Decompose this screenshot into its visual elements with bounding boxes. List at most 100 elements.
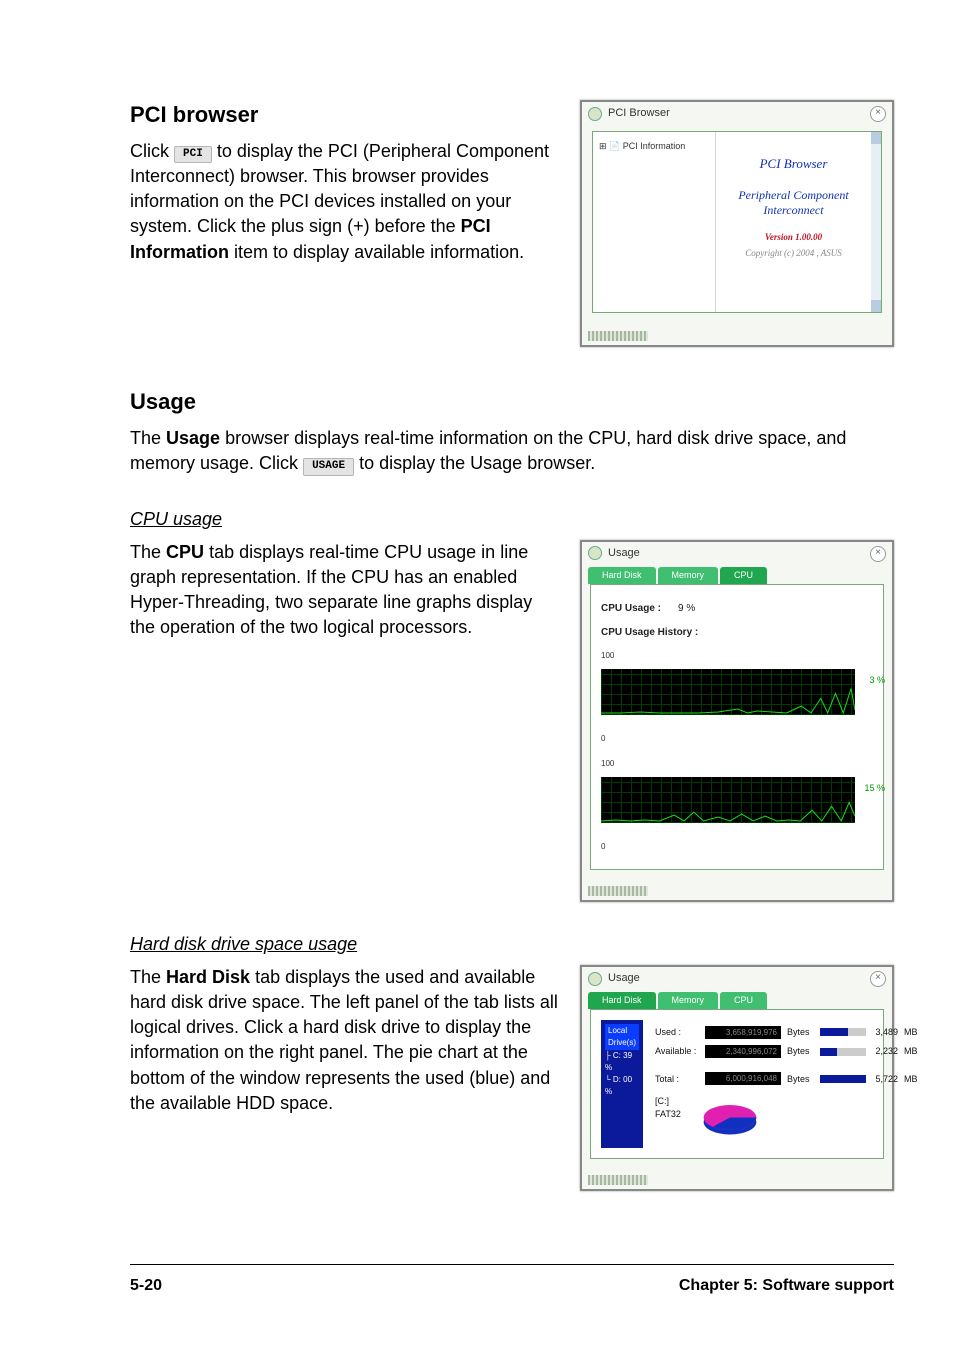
tree-node-pci-information[interactable]: PCI Information <box>599 140 709 153</box>
tab-bar: Hard Disk Memory CPU <box>582 565 892 584</box>
pci-tree[interactable]: PCI Information <box>593 132 716 312</box>
avail-bar <box>820 1048 866 1056</box>
hard-disk-term: Hard Disk <box>166 967 250 987</box>
used-bytes-unit: Bytes <box>787 1026 810 1039</box>
usage-intro-paragraph: The Usage browser displays real-time inf… <box>130 426 894 476</box>
hd-body: Local Drive(s) ├ C: 39 % └ D: 00 % Used … <box>590 1009 884 1159</box>
drive-list-d[interactable]: └ D: 00 % <box>605 1074 639 1098</box>
pci-browser-window: PCI Browser × PCI Information PCI Browse… <box>580 100 894 347</box>
hdd-paragraph: The Hard Disk tab displays the used and … <box>130 965 562 1116</box>
content-subtitle-1: Peripheral Component <box>716 188 871 203</box>
window-title: Usage <box>608 971 640 986</box>
window-title: PCI Browser <box>608 106 670 121</box>
app-icon <box>588 546 602 560</box>
filesystem: FAT32 <box>655 1108 681 1121</box>
text: C: 39 % <box>605 1051 632 1072</box>
total-mb: 5,722 <box>876 1073 899 1086</box>
tab-hard-disk[interactable]: Hard Disk <box>588 992 656 1009</box>
resize-grip-icon[interactable] <box>588 1175 648 1185</box>
close-icon[interactable]: × <box>870 106 886 122</box>
used-bar <box>820 1028 866 1036</box>
window-titlebar: Usage <box>582 967 892 990</box>
tab-memory[interactable]: Memory <box>658 567 719 584</box>
tab-bar: Hard Disk Memory CPU <box>582 990 892 1009</box>
content-copyright: Copyright (c) 2004 , ASUS <box>716 248 871 258</box>
chapter-title: Chapter 5: Software support <box>679 1275 894 1297</box>
app-icon <box>588 972 602 986</box>
pie-chart-icon <box>699 1097 761 1141</box>
avail-label: Available : <box>655 1045 699 1058</box>
total-bytes-unit: Bytes <box>787 1073 810 1086</box>
scroll-up-icon[interactable] <box>871 132 881 144</box>
section-heading-usage: Usage <box>130 387 894 418</box>
y-axis-100: 100 <box>601 651 614 660</box>
tab-cpu[interactable]: CPU <box>720 992 767 1009</box>
drive-id: [C:] <box>655 1095 681 1108</box>
pci-content-panel: PCI Browser Peripheral Component Interco… <box>716 132 881 312</box>
cpu-pct-1: 3 % <box>869 674 885 687</box>
window-titlebar: Usage <box>582 542 892 565</box>
text: to display the Usage browser. <box>359 453 595 473</box>
used-mb-unit: MB <box>904 1026 918 1039</box>
page-footer: 5-20 Chapter 5: Software support <box>130 1264 894 1297</box>
text: The <box>130 428 166 448</box>
cpu-graph-1: 100 0 3 % <box>601 640 855 748</box>
pci-body: PCI Information PCI Browser Peripheral C… <box>592 131 882 313</box>
section-heading-pci: PCI browser <box>130 100 562 131</box>
usage-term: Usage <box>166 428 220 448</box>
content-version: Version 1.00.00 <box>716 232 871 242</box>
tab-cpu[interactable]: CPU <box>720 567 767 584</box>
cpu-graph-2: 100 0 15 % <box>601 748 855 856</box>
used-label: Used : <box>655 1026 699 1039</box>
cpu-history-label: CPU Usage History : <box>601 626 873 640</box>
text: item to display available information. <box>234 242 524 262</box>
total-bytes: 6,000,916,048 <box>705 1072 781 1085</box>
pci-paragraph: Click PCI to display the PCI (Peripheral… <box>130 139 562 265</box>
total-bar <box>820 1075 866 1083</box>
total-label: Total : <box>655 1073 699 1086</box>
used-bytes: 3,658,919,976 <box>705 1026 781 1039</box>
usage-harddisk-window: Usage × Hard Disk Memory CPU Local Drive… <box>580 965 894 1191</box>
drive-list-c[interactable]: ├ C: 39 % <box>605 1050 639 1074</box>
usage-cpu-window: Usage × Hard Disk Memory CPU CPU Usage :… <box>580 540 894 902</box>
window-titlebar: PCI Browser <box>582 102 892 125</box>
text: Click <box>130 141 174 161</box>
scroll-down-icon[interactable] <box>871 300 881 312</box>
cpu-body: CPU Usage : 9 % CPU Usage History : 100 … <box>590 584 884 870</box>
window-title: Usage <box>608 546 640 561</box>
cpu-pct-2: 15 % <box>864 782 885 795</box>
avail-mb-unit: MB <box>904 1045 918 1058</box>
subheading-cpu-usage: CPU usage <box>130 507 894 532</box>
text: The <box>130 967 166 987</box>
content-title: PCI Browser <box>716 156 871 172</box>
resize-grip-icon[interactable] <box>588 886 648 896</box>
text: The <box>130 542 166 562</box>
text: D: 00 % <box>605 1075 632 1096</box>
cpu-usage-value: 9 % <box>678 603 695 614</box>
subheading-hdd-usage: Hard disk drive space usage <box>130 932 894 957</box>
drive-list[interactable]: Local Drive(s) ├ C: 39 % └ D: 00 % <box>601 1020 643 1148</box>
avail-bytes-unit: Bytes <box>787 1045 810 1058</box>
cpu-paragraph: The CPU tab displays real-time CPU usage… <box>130 540 562 641</box>
page-number: 5-20 <box>130 1275 162 1297</box>
y-axis-100: 100 <box>601 759 614 768</box>
text: tab displays the used and available hard… <box>130 967 558 1113</box>
used-mb: 3,489 <box>876 1026 899 1039</box>
app-icon <box>588 107 602 121</box>
content-subtitle-2: Interconnect <box>716 203 871 218</box>
tab-memory[interactable]: Memory <box>658 992 719 1009</box>
y-axis-0: 0 <box>601 734 605 743</box>
total-mb-unit: MB <box>904 1073 918 1086</box>
avail-mb: 2,232 <box>876 1045 899 1058</box>
avail-bytes: 2,340,996,072 <box>705 1045 781 1058</box>
drive-list-root[interactable]: Local Drive(s) <box>605 1024 639 1050</box>
close-icon[interactable]: × <box>870 971 886 987</box>
cpu-term: CPU <box>166 542 204 562</box>
cpu-usage-label: CPU Usage : <box>601 603 661 614</box>
close-icon[interactable]: × <box>870 546 886 562</box>
drive-details: Used : 3,658,919,976 Bytes 3,489 MB Avai… <box>655 1020 918 1148</box>
pci-icon-button: PCI <box>174 146 212 163</box>
tab-hard-disk[interactable]: Hard Disk <box>588 567 656 584</box>
resize-grip-icon[interactable] <box>588 331 648 341</box>
y-axis-0: 0 <box>601 842 605 851</box>
